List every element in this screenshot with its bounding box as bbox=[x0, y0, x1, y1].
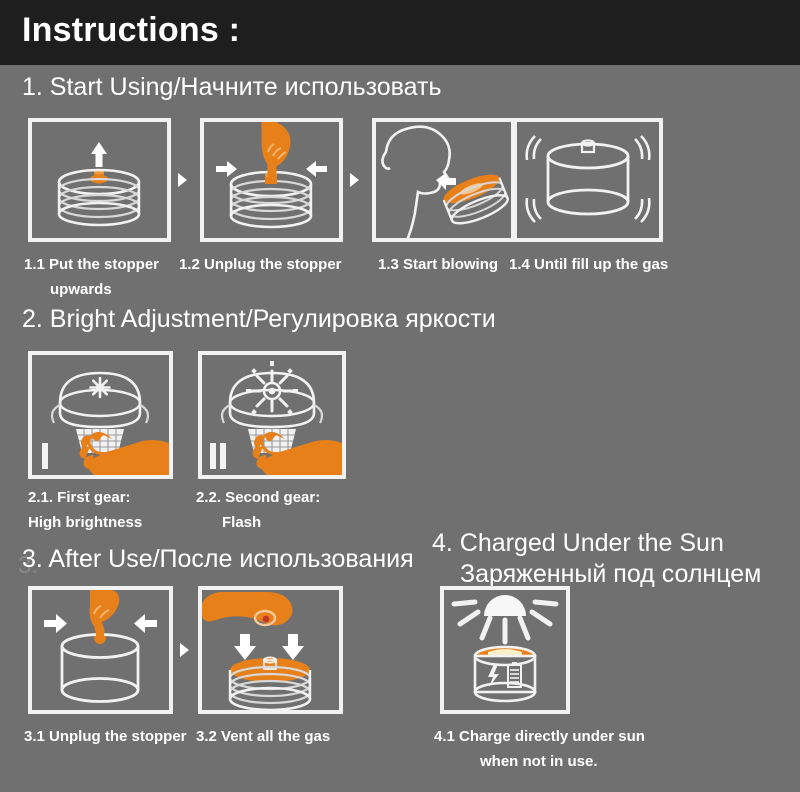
step-1-4-caption: 1.4 Until fill up the gas bbox=[509, 256, 669, 273]
inflated-cylinder-icon bbox=[517, 122, 659, 238]
step-3-1-panel bbox=[28, 586, 173, 714]
step-3-1-caption: 3.1 Unplug the stopper bbox=[24, 728, 187, 745]
instructions-page: Instructions : 1. Start Using/Начните ис… bbox=[0, 0, 800, 792]
step-2-2-panel bbox=[198, 351, 346, 479]
step-separator-1 bbox=[178, 173, 187, 187]
sun-charging-lantern-icon bbox=[444, 590, 566, 710]
hand-unplug-inflated-icon bbox=[32, 590, 169, 710]
step-1-2-panel bbox=[200, 118, 343, 242]
step-1-1-caption: 1.1 Put the stopper upwards bbox=[24, 256, 160, 298]
head-blowing-lantern-icon bbox=[376, 122, 511, 238]
step-2-1-panel bbox=[28, 351, 173, 479]
step-1-3-caption: 1.3 Start blowing bbox=[378, 256, 499, 273]
step-1-2-caption: 1.2 Unplug the stopper bbox=[179, 256, 342, 273]
title-bar: Instructions : bbox=[0, 0, 800, 65]
section-2-heading: 2. Bright Adjustment/Регулировка яркости bbox=[22, 305, 496, 333]
hand-press-deflate-icon bbox=[202, 590, 339, 710]
step-3-2-panel bbox=[198, 586, 343, 714]
step-1-1-panel bbox=[28, 118, 171, 242]
section-4-heading: 4. Charged Under the Sun Заряженный под … bbox=[432, 529, 762, 588]
step-1-4-panel bbox=[513, 118, 663, 242]
step-4-1-caption: 4.1 Charge directly under sun when not i… bbox=[434, 728, 645, 770]
step-3-2-caption: 3.2 Vent all the gas bbox=[196, 728, 331, 745]
hand-unplug-stopper-icon bbox=[204, 122, 339, 238]
section-3-heading: 3. After Use/После использования bbox=[22, 545, 414, 573]
step-separator-2 bbox=[350, 173, 359, 187]
lantern-high-brightness-icon bbox=[32, 355, 169, 475]
step-2-1-caption: 2.1. First gear: High brightness bbox=[28, 489, 143, 531]
step-1-3-panel bbox=[372, 118, 515, 242]
collapsed-lantern-up-arrow-icon bbox=[32, 122, 167, 238]
lantern-flash-mode-icon bbox=[202, 355, 342, 475]
page-title: Instructions : bbox=[22, 11, 241, 49]
step-separator-4 bbox=[180, 643, 189, 657]
step-2-2-caption: 2.2. Second gear: Flash bbox=[196, 489, 321, 531]
step-4-1-panel bbox=[440, 586, 570, 714]
section-1-heading: 1. Start Using/Начните использовать bbox=[22, 73, 442, 101]
